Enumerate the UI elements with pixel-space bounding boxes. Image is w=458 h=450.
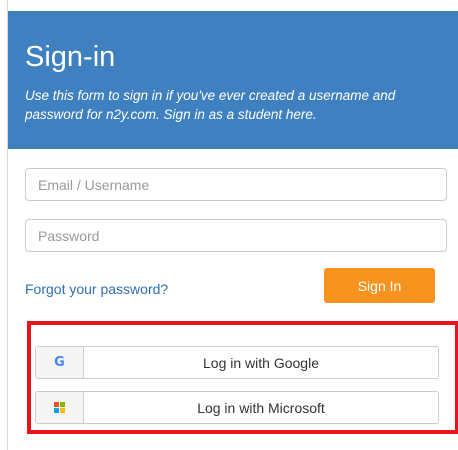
sign-in-button[interactable]: Sign In <box>324 268 435 303</box>
forgot-password-link[interactable]: Forgot your password? <box>25 280 168 298</box>
google-login-button[interactable]: G Log in with Google <box>35 346 439 379</box>
microsoft-login-label: Log in with Microsoft <box>197 399 325 416</box>
google-g-icon: G <box>54 355 65 370</box>
microsoft-logo-icon <box>54 402 65 413</box>
page-title: Sign-in <box>25 41 116 73</box>
google-login-label: Log in with Google <box>203 354 319 371</box>
signin-instructions: Use this form to sign in if you've ever … <box>25 88 396 122</box>
signin-header: Sign-in Use this form to sign in if you'… <box>8 11 458 149</box>
google-icon-cell: G <box>36 347 84 378</box>
signin-card: Sign-in Use this form to sign in if you'… <box>7 0 458 450</box>
email-username-input[interactable] <box>25 168 447 201</box>
password-input[interactable] <box>25 219 447 252</box>
microsoft-icon-cell <box>36 392 84 423</box>
microsoft-login-button[interactable]: Log in with Microsoft <box>35 391 439 424</box>
